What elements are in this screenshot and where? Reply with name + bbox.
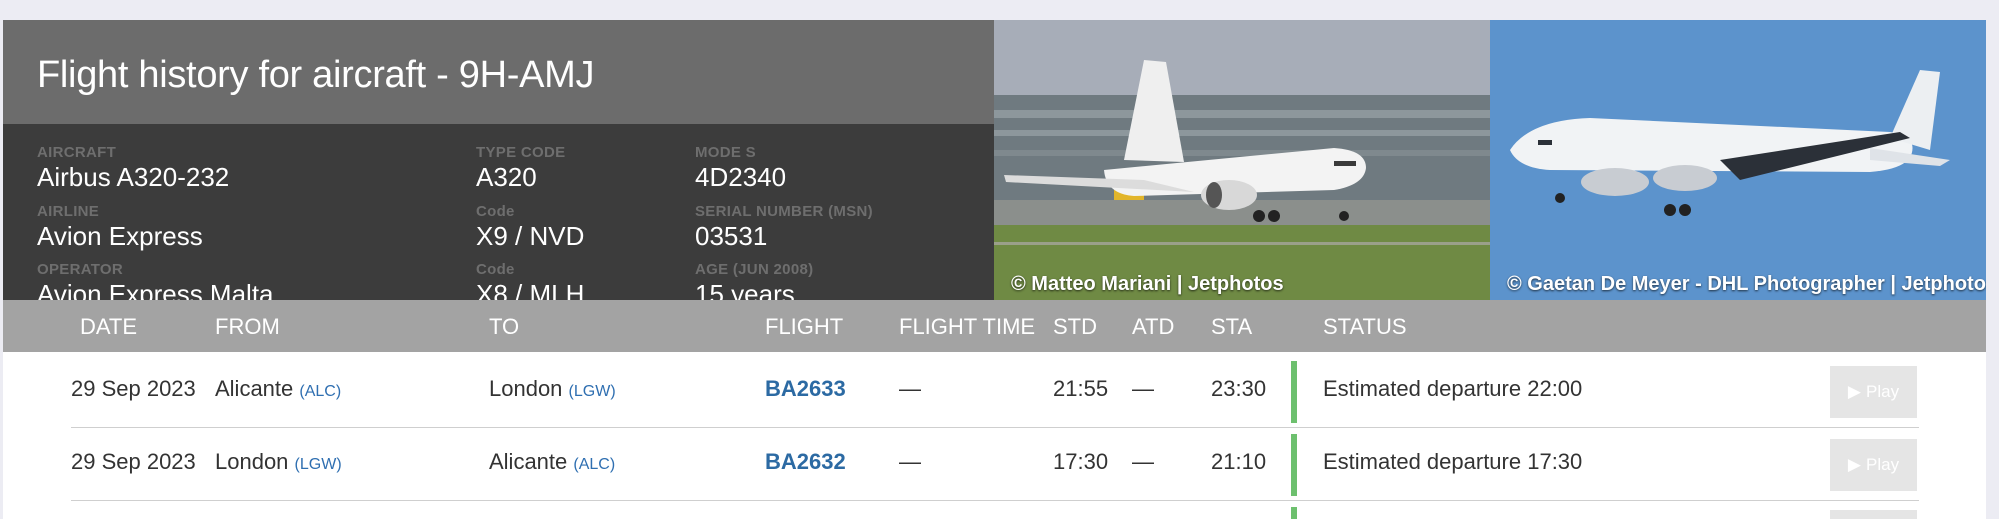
- airline-label: AIRLINE: [37, 203, 100, 220]
- mode-s-value: 4D2340: [695, 162, 787, 192]
- play-label: Play: [1866, 455, 1900, 474]
- table-row: 29 Sep 2023 London (LGW) Alicante (ALC) …: [3, 429, 1986, 501]
- page-title: Flight history for aircraft - 9H-AMJ: [37, 54, 595, 96]
- airline-value: Avion Express: [37, 221, 203, 251]
- flight-time-cell: —: [899, 449, 921, 474]
- flight-history-page: Flight history for aircraft - 9H-AMJ AIR…: [3, 20, 1986, 519]
- apron-photo-illustration: [994, 20, 1490, 300]
- atd-cell: —: [1132, 376, 1154, 401]
- play-label: Play: [1866, 382, 1900, 401]
- serial-number-value: 03531: [695, 221, 768, 251]
- atd-cell: —: [1132, 449, 1154, 474]
- flight-cell: BA2633: [765, 376, 846, 402]
- table-header: DATE FROM TO FLIGHT FLIGHT TIME STD ATD …: [3, 300, 1986, 352]
- to-city: London: [489, 376, 563, 401]
- std-cell: 21:55: [1053, 376, 1109, 401]
- status-cell: Estimated departure 22:00: [1323, 376, 1583, 401]
- to-airport-link[interactable]: (ALC): [573, 456, 615, 473]
- play-button[interactable]: ▶ Play: [1830, 439, 1917, 491]
- mode-s-label: MODE S: [695, 144, 756, 161]
- from-airport-link[interactable]: (ALC): [299, 383, 341, 400]
- sta-cell: 21:10: [1211, 449, 1267, 474]
- airline-code-label: Code: [476, 203, 515, 220]
- std-cell: 17:30: [1053, 449, 1109, 474]
- date-cell: 29 Sep 2023: [71, 376, 196, 401]
- row-divider: [71, 427, 1919, 428]
- to-cell: Alicante (ALC): [489, 449, 615, 475]
- operator-code-label: Code: [476, 261, 515, 278]
- aircraft-label: AIRCRAFT: [37, 144, 117, 161]
- flight-number-link[interactable]: BA2632: [765, 449, 846, 474]
- column-flight-time: FLIGHT TIME: [899, 314, 1036, 339]
- table-row-partial: [3, 502, 1986, 519]
- status-indicator: [1291, 434, 1297, 496]
- aircraft-field: AIRCRAFT Airbus A320-232: [37, 144, 229, 192]
- aircraft-photo-2[interactable]: © Gaetan De Meyer - DHL Photographer | J…: [1490, 20, 1986, 300]
- column-std: STD: [1053, 314, 1097, 339]
- flight-time-cell: —: [899, 376, 921, 401]
- from-cell: Alicante (ALC): [215, 376, 341, 402]
- play-button[interactable]: ▶ Play: [1830, 366, 1917, 418]
- date-cell: 29 Sep 2023: [71, 449, 196, 474]
- to-airport-link[interactable]: (LGW): [569, 383, 616, 400]
- from-city: Alicante: [215, 376, 294, 401]
- column-date: DATE: [80, 314, 138, 339]
- type-code-value: A320: [476, 162, 537, 192]
- flight-number-link[interactable]: BA2633: [765, 376, 846, 401]
- column-to: TO: [489, 314, 520, 339]
- type-code-label: TYPE CODE: [476, 144, 566, 161]
- flight-cell: BA2632: [765, 449, 846, 475]
- serial-number-field: SERIAL NUMBER (MSN) 03531: [695, 203, 873, 251]
- sta-cell: 23:30: [1211, 376, 1267, 401]
- status-cell: Estimated departure 17:30: [1323, 449, 1583, 474]
- airline-code-value: X9 / NVD: [476, 221, 585, 251]
- play-icon: ▶: [1847, 455, 1861, 474]
- column-flight: FLIGHT: [765, 314, 844, 339]
- column-atd: ATD: [1132, 314, 1175, 339]
- row-divider: [71, 500, 1919, 501]
- aircraft-photo-1[interactable]: © Matteo Mariani | Jetphotos: [994, 20, 1490, 300]
- from-cell: London (LGW): [215, 449, 342, 475]
- photo-1-credit: © Matteo Mariani | Jetphotos: [1011, 273, 1284, 295]
- from-city: London: [215, 449, 289, 474]
- mode-s-field: MODE S 4D2340: [695, 144, 786, 192]
- title-bar: Flight history for aircraft - 9H-AMJ: [3, 20, 994, 124]
- column-sta: STA: [1211, 314, 1253, 339]
- status-indicator: [1291, 361, 1297, 423]
- table-row: 29 Sep 2023 Alicante (ALC) London (LGW) …: [3, 356, 1986, 428]
- type-code-field: TYPE CODE A320: [476, 144, 565, 192]
- aircraft-value: Airbus A320-232: [37, 162, 230, 192]
- serial-number-label: SERIAL NUMBER (MSN): [695, 203, 873, 220]
- photo-2-credit: © Gaetan De Meyer - DHL Photographer | J…: [1507, 273, 1986, 295]
- column-from: FROM: [215, 314, 280, 339]
- play-button-partial[interactable]: [1830, 510, 1917, 519]
- aircraft-header: Flight history for aircraft - 9H-AMJ AIR…: [3, 20, 1986, 309]
- play-icon: ▶: [1847, 382, 1861, 401]
- operator-label: OPERATOR: [37, 261, 124, 278]
- to-city: Alicante: [489, 449, 568, 474]
- age-label: AGE (Jun 2008): [695, 261, 814, 278]
- to-cell: London (LGW): [489, 376, 616, 402]
- airline-code-field: Code X9 / NVD: [476, 203, 584, 251]
- column-status: STATUS: [1323, 314, 1407, 339]
- from-airport-link[interactable]: (LGW): [295, 456, 342, 473]
- aircraft-info-panel: Flight history for aircraft - 9H-AMJ AIR…: [3, 20, 994, 309]
- sky-photo-illustration: [1490, 20, 1986, 300]
- airline-field: AIRLINE Avion Express: [37, 203, 203, 251]
- status-indicator: [1291, 507, 1297, 519]
